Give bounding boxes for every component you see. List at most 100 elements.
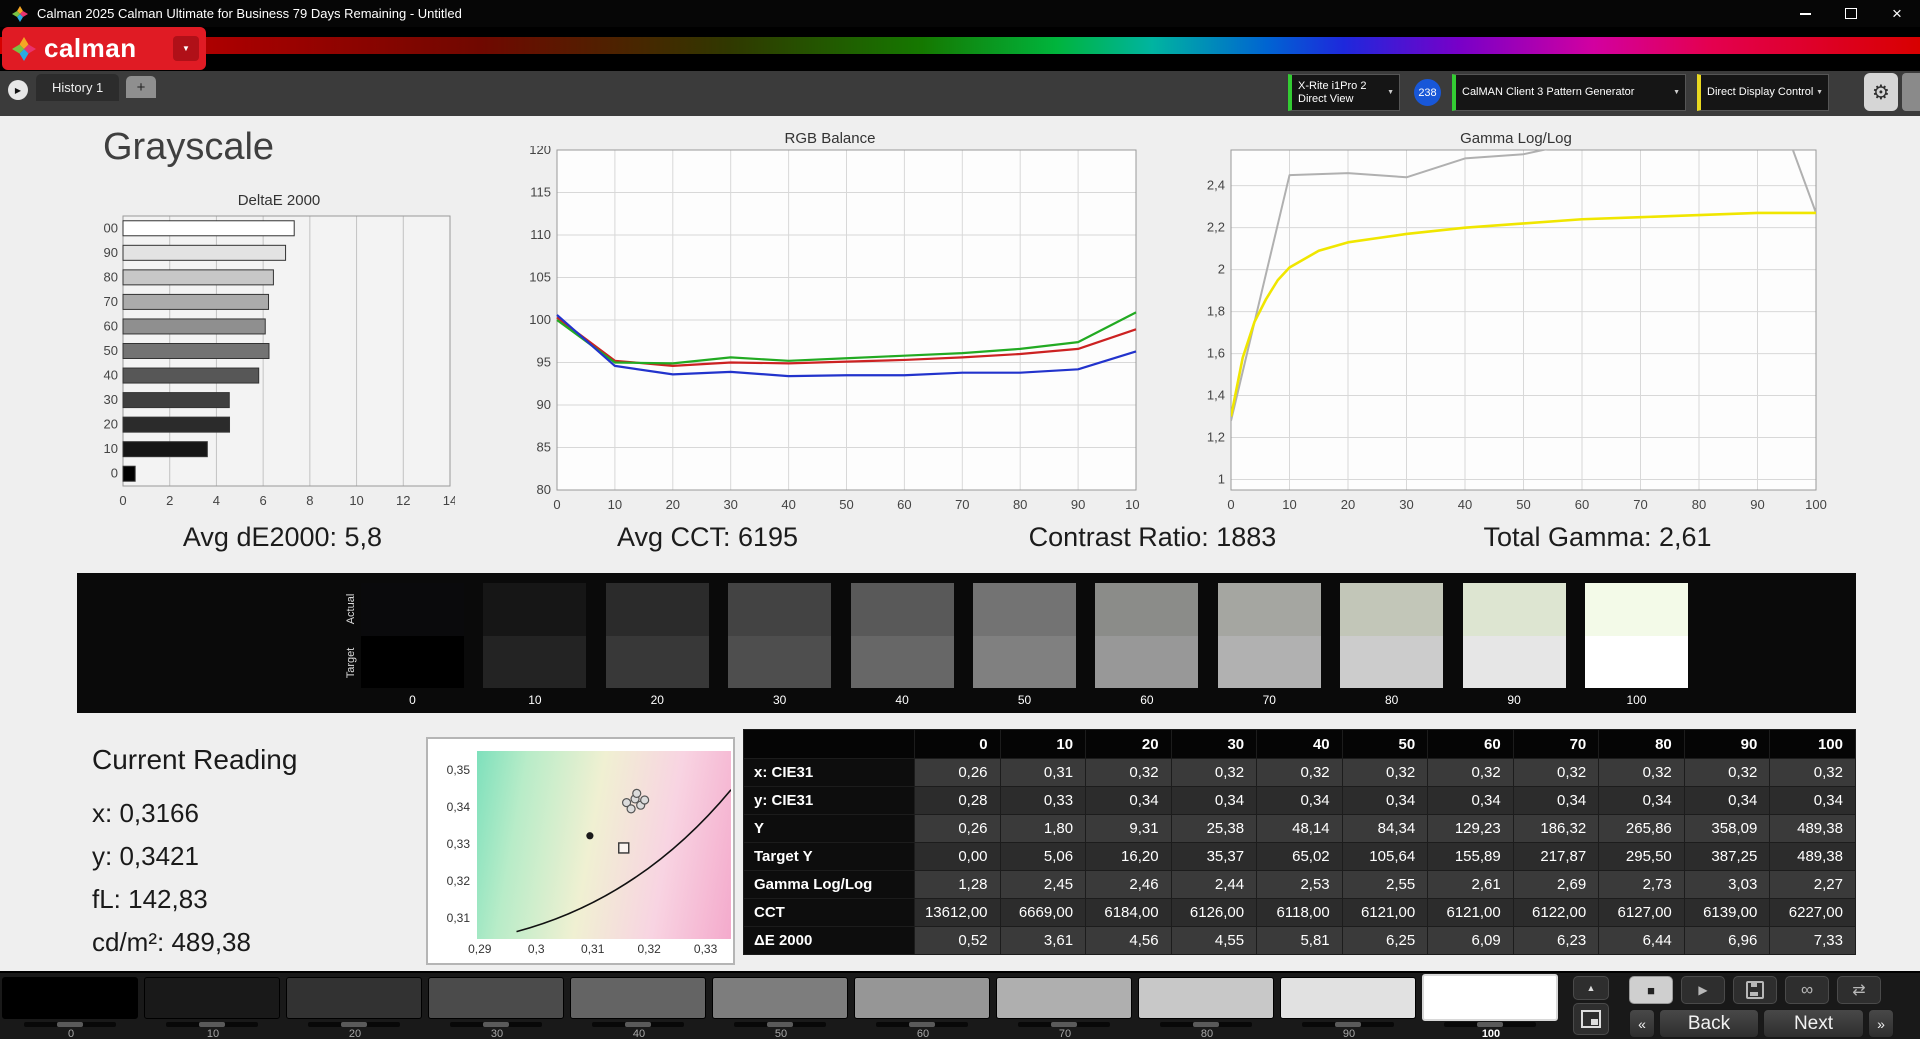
settings-button[interactable]: ⚙ xyxy=(1864,73,1898,111)
svg-text:2,2: 2,2 xyxy=(1207,220,1225,235)
patch-slider[interactable] xyxy=(592,1022,684,1027)
add-tab-button[interactable]: + xyxy=(126,76,156,98)
total-gamma-stat: Total Gamma: 2,61 xyxy=(1483,522,1712,552)
patch-slider[interactable] xyxy=(1018,1022,1110,1027)
patch-slider-handle[interactable] xyxy=(199,1022,225,1027)
maximize-button[interactable] xyxy=(1828,0,1874,27)
tab-history-1[interactable]: History 1 xyxy=(36,74,120,101)
svg-text:30: 30 xyxy=(104,392,118,407)
patch-slider[interactable] xyxy=(450,1022,542,1027)
patch-slider-handle[interactable] xyxy=(1051,1022,1077,1027)
table-cell: 6,44 xyxy=(1598,926,1685,955)
patch-slider-handle[interactable] xyxy=(1193,1022,1219,1027)
patch-slider[interactable] xyxy=(1302,1022,1394,1027)
target-row-label: Target xyxy=(345,647,357,679)
patch-slider[interactable] xyxy=(1444,1022,1536,1027)
patch-slider-handle[interactable] xyxy=(1477,1022,1503,1027)
patch-label: 60 xyxy=(916,1028,930,1039)
patch-color[interactable] xyxy=(144,977,280,1019)
pattern-generator-selector[interactable]: CalMAN Client 3 Pattern Generator ▼ xyxy=(1452,74,1686,111)
back-button[interactable]: Back xyxy=(1659,1009,1759,1038)
expand-panel-button[interactable]: ▲ xyxy=(1573,976,1609,1000)
svg-text:60: 60 xyxy=(1575,497,1589,512)
patch-slider-handle[interactable] xyxy=(909,1022,935,1027)
level-patch-button[interactable]: 80 xyxy=(1138,973,1276,1039)
patch-slider[interactable] xyxy=(1160,1022,1252,1027)
svg-text:10: 10 xyxy=(608,497,622,512)
patch-slider[interactable] xyxy=(308,1022,400,1027)
level-patch-button[interactable]: 20 xyxy=(286,973,424,1039)
patch-slider-handle[interactable] xyxy=(483,1022,509,1027)
continuous-read-button[interactable]: ∞ xyxy=(1785,976,1829,1004)
table-cell: 6121,00 xyxy=(1427,898,1514,927)
patch-color[interactable] xyxy=(1138,977,1274,1019)
level-patch-button[interactable]: 70 xyxy=(996,973,1134,1039)
patch-color[interactable] xyxy=(428,977,564,1019)
close-button[interactable]: × xyxy=(1874,0,1920,27)
cie-y-tick: 0,32 xyxy=(446,873,470,888)
patch-slider-handle[interactable] xyxy=(57,1022,83,1027)
table-cell: 0,34 xyxy=(1512,786,1600,815)
patch-slider[interactable] xyxy=(166,1022,258,1027)
svg-text:8: 8 xyxy=(306,493,313,508)
patch-slider-handle[interactable] xyxy=(767,1022,793,1027)
next-arrow-button[interactable]: » xyxy=(1868,1009,1894,1038)
svg-text:20: 20 xyxy=(666,497,680,512)
minimize-button[interactable] xyxy=(1782,0,1828,27)
patch-color[interactable] xyxy=(996,977,1132,1019)
level-patch-button[interactable]: 50 xyxy=(712,973,850,1039)
patch-slider-handle[interactable] xyxy=(1335,1022,1361,1027)
chevron-down-icon: ▼ xyxy=(1387,89,1394,96)
meter-selector[interactable]: X-Rite i1Pro 2 Direct View ▼ xyxy=(1288,74,1400,111)
refresh-button[interactable]: ⇄ xyxy=(1837,976,1881,1004)
layout-view-button[interactable] xyxy=(1573,1003,1609,1035)
level-patch-button[interactable]: 40 xyxy=(570,973,708,1039)
minimize-icon xyxy=(1799,12,1811,15)
patch-slider[interactable] xyxy=(24,1022,116,1027)
patch-color[interactable] xyxy=(854,977,990,1019)
patch-slider-handle[interactable] xyxy=(625,1022,651,1027)
patch-color[interactable] xyxy=(286,977,422,1019)
swatch-label: 50 xyxy=(1017,693,1032,707)
level-patch-button[interactable]: 60 xyxy=(854,973,992,1039)
patch-color[interactable] xyxy=(1422,974,1558,1021)
stop-icon: ■ xyxy=(1647,982,1655,998)
save-button[interactable] xyxy=(1733,976,1777,1004)
patch-color[interactable] xyxy=(1280,977,1416,1019)
swatch-target xyxy=(1585,636,1688,688)
patch-slider[interactable] xyxy=(734,1022,826,1027)
patch-color[interactable] xyxy=(712,977,848,1019)
calman-menu-dropdown[interactable]: ▼ xyxy=(173,36,199,61)
read-button[interactable]: ▶ xyxy=(1681,976,1725,1004)
table-cell: 3,61 xyxy=(999,926,1087,955)
table-cell: 6126,00 xyxy=(1170,898,1258,927)
titlebar: Calman 2025 Calman Ultimate for Business… xyxy=(0,0,1920,27)
table-cell: 4,55 xyxy=(1170,926,1258,955)
workflow-nav-button[interactable]: ▶ xyxy=(8,80,28,100)
tab-label: History 1 xyxy=(52,80,104,95)
table-cell: 295,50 xyxy=(1598,842,1685,871)
patch-slider-handle[interactable] xyxy=(341,1022,367,1027)
meter-mode: Direct View xyxy=(1298,92,1354,105)
swatch-actual xyxy=(1462,583,1566,636)
display-control-selector[interactable]: Direct Display Control ▼ xyxy=(1697,74,1829,111)
next-button[interactable]: Next xyxy=(1763,1009,1864,1038)
svg-text:40: 40 xyxy=(104,368,118,383)
level-patch-button[interactable]: 90 xyxy=(1280,973,1418,1039)
table-row-label: Gamma Log/Log xyxy=(743,870,915,899)
patch-color[interactable] xyxy=(2,977,138,1019)
level-patch-button[interactable]: 0 xyxy=(2,973,140,1039)
patch-color[interactable] xyxy=(570,977,706,1019)
app-icon xyxy=(12,5,28,22)
calman-menu-button[interactable]: calman ▼ xyxy=(2,27,206,70)
table-cell: 0,32 xyxy=(1598,758,1685,787)
level-patch-button[interactable]: 100 xyxy=(1422,973,1560,1039)
back-arrow-button[interactable]: « xyxy=(1629,1009,1655,1038)
patch-slider[interactable] xyxy=(876,1022,968,1027)
level-patch-button[interactable]: 10 xyxy=(144,973,282,1039)
stop-button[interactable]: ■ xyxy=(1629,976,1673,1004)
collapsed-panel-stub[interactable] xyxy=(1902,73,1920,111)
svg-text:30: 30 xyxy=(1399,497,1413,512)
level-patch-button[interactable]: 30 xyxy=(428,973,566,1039)
table-cell: 25,38 xyxy=(1170,814,1258,843)
